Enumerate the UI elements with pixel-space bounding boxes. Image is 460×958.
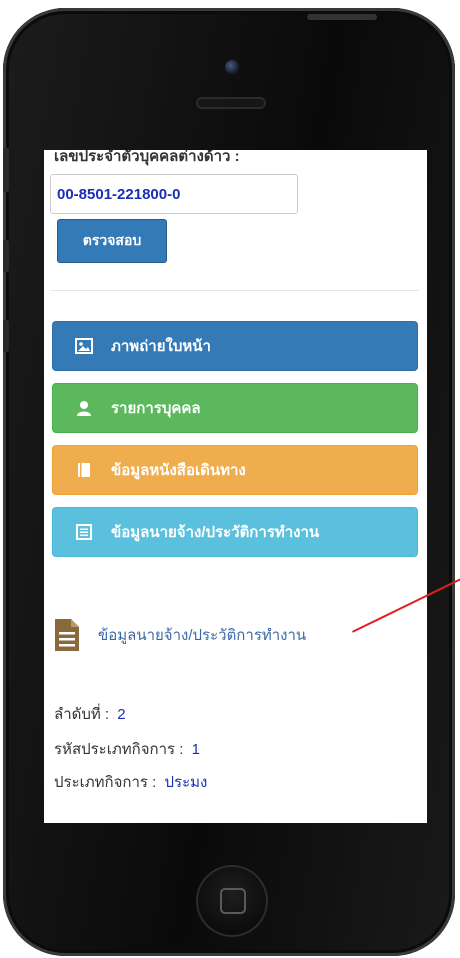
- document-icon: [55, 619, 79, 651]
- info-row-business-type: ประเภทกิจการ : ประมง: [54, 770, 207, 794]
- power-button: [307, 14, 377, 20]
- info-row-business-code: รหัสประเภทกิจการ : 1: [54, 737, 200, 761]
- list-icon: [75, 523, 93, 541]
- id-number-input[interactable]: 00-8501-221800-0: [50, 174, 298, 214]
- home-square-icon: [220, 888, 246, 914]
- business-code-label: รหัสประเภทกิจการ :: [54, 741, 184, 758]
- user-icon: [75, 399, 93, 417]
- business-code-value: 1: [191, 741, 200, 758]
- info-row-sequence: ลำดับที่ : 2: [54, 702, 126, 726]
- employer-history-button-label: ข้อมูลนายจ้าง/ประวัติการทำงาน: [111, 524, 320, 541]
- check-button[interactable]: ตรวจสอบ: [57, 219, 167, 263]
- business-type-label: ประเภทกิจการ :: [54, 774, 157, 791]
- photo-button[interactable]: ภาพถ่ายใบหน้า: [52, 321, 418, 371]
- divider: [50, 290, 419, 291]
- sequence-value: 2: [117, 706, 126, 723]
- phone-screen: เลขประจำตัวบุคคลต่างด้าว : 00-8501-22180…: [44, 150, 427, 823]
- employer-history-button[interactable]: ข้อมูลนายจ้าง/ประวัติการทำงาน: [52, 507, 418, 557]
- volume-down-button: [3, 320, 9, 352]
- passport-button-label: ข้อมูลหนังสือเดินทาง: [111, 462, 246, 479]
- business-type-value: ประมง: [164, 774, 208, 791]
- image-icon: [75, 337, 93, 355]
- employer-section-title: ข้อมูลนายจ้าง/ประวัติการทำงาน: [98, 627, 307, 644]
- passport-button[interactable]: ข้อมูลหนังสือเดินทาง: [52, 445, 418, 495]
- earpiece-speaker: [196, 97, 266, 109]
- sequence-label: ลำดับที่ :: [54, 706, 110, 723]
- mute-switch: [3, 148, 9, 192]
- volume-up-button: [3, 240, 9, 272]
- person-list-button-label: รายการบุคคล: [111, 400, 201, 417]
- person-list-button[interactable]: รายการบุคคล: [52, 383, 418, 433]
- book-icon: [75, 461, 93, 479]
- employer-section-heading: ข้อมูลนายจ้าง/ประวัติการทำงาน: [54, 618, 306, 652]
- photo-button-label: ภาพถ่ายใบหน้า: [111, 338, 211, 355]
- front-camera: [225, 60, 239, 74]
- id-number-label: เลขประจำตัวบุคคลต่างด้าว :: [54, 150, 240, 165]
